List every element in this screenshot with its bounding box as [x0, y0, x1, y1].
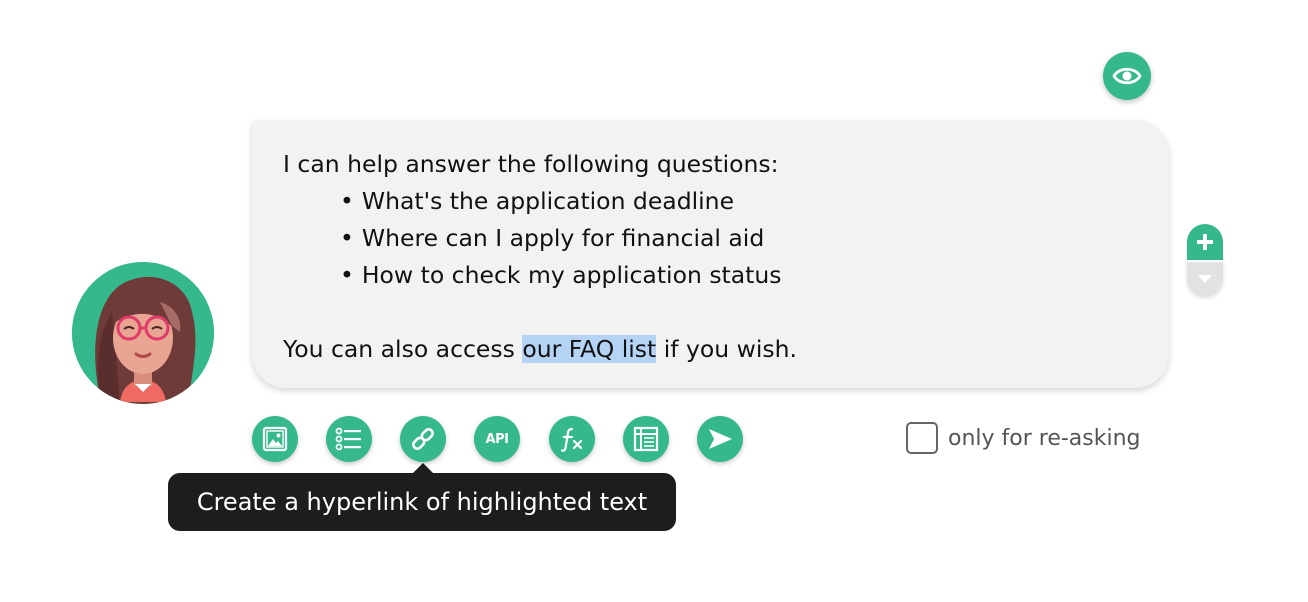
api-icon: API — [485, 431, 509, 447]
table-icon — [633, 426, 659, 452]
send-button[interactable] — [697, 416, 743, 462]
message-stepper — [1187, 224, 1223, 296]
insert-image-button[interactable] — [252, 416, 298, 462]
eye-icon — [1112, 67, 1142, 85]
api-button[interactable]: API — [474, 416, 520, 462]
avatar-illustration — [72, 262, 214, 404]
message-footer: You can also access our FAQ list if you … — [283, 331, 1139, 368]
footer-text-after: if you wish. — [656, 335, 798, 363]
send-icon — [709, 429, 732, 449]
create-hyperlink-button[interactable] — [400, 416, 446, 462]
footer-text-before: You can also access — [283, 335, 523, 363]
editor-stage: I can help answer the following question… — [0, 0, 1308, 602]
image-icon — [262, 426, 288, 452]
triangle-down-icon — [1198, 275, 1212, 283]
question-list: What's the application deadline Where ca… — [283, 183, 1139, 294]
reask-option[interactable]: only for re-asking — [906, 422, 1141, 454]
message-bubble[interactable]: I can help answer the following question… — [252, 120, 1169, 388]
function-icon — [560, 427, 583, 452]
message-intro: I can help answer the following question… — [283, 150, 779, 178]
link-icon — [412, 428, 434, 450]
tooltip-text: Create a hyperlink of highlighted text — [196, 488, 648, 516]
reask-label: only for re-asking — [948, 425, 1141, 451]
list-item: What's the application deadline — [340, 183, 1139, 220]
avatar — [72, 262, 214, 404]
plus-icon — [1197, 234, 1213, 250]
list-item: How to check my application status — [340, 257, 1139, 294]
insert-list-button[interactable] — [326, 416, 372, 462]
function-button[interactable] — [549, 416, 595, 462]
highlighted-text[interactable]: our FAQ list — [522, 335, 657, 363]
list-item: Where can I apply for financial aid — [340, 220, 1139, 257]
hyperlink-tooltip: Create a hyperlink of highlighted text — [168, 463, 676, 531]
list-icon — [335, 427, 361, 451]
reask-checkbox[interactable] — [906, 422, 938, 454]
preview-button[interactable] — [1103, 52, 1151, 100]
insert-table-button[interactable] — [623, 416, 669, 462]
move-down-button[interactable] — [1187, 260, 1223, 296]
add-message-button[interactable] — [1187, 224, 1223, 260]
